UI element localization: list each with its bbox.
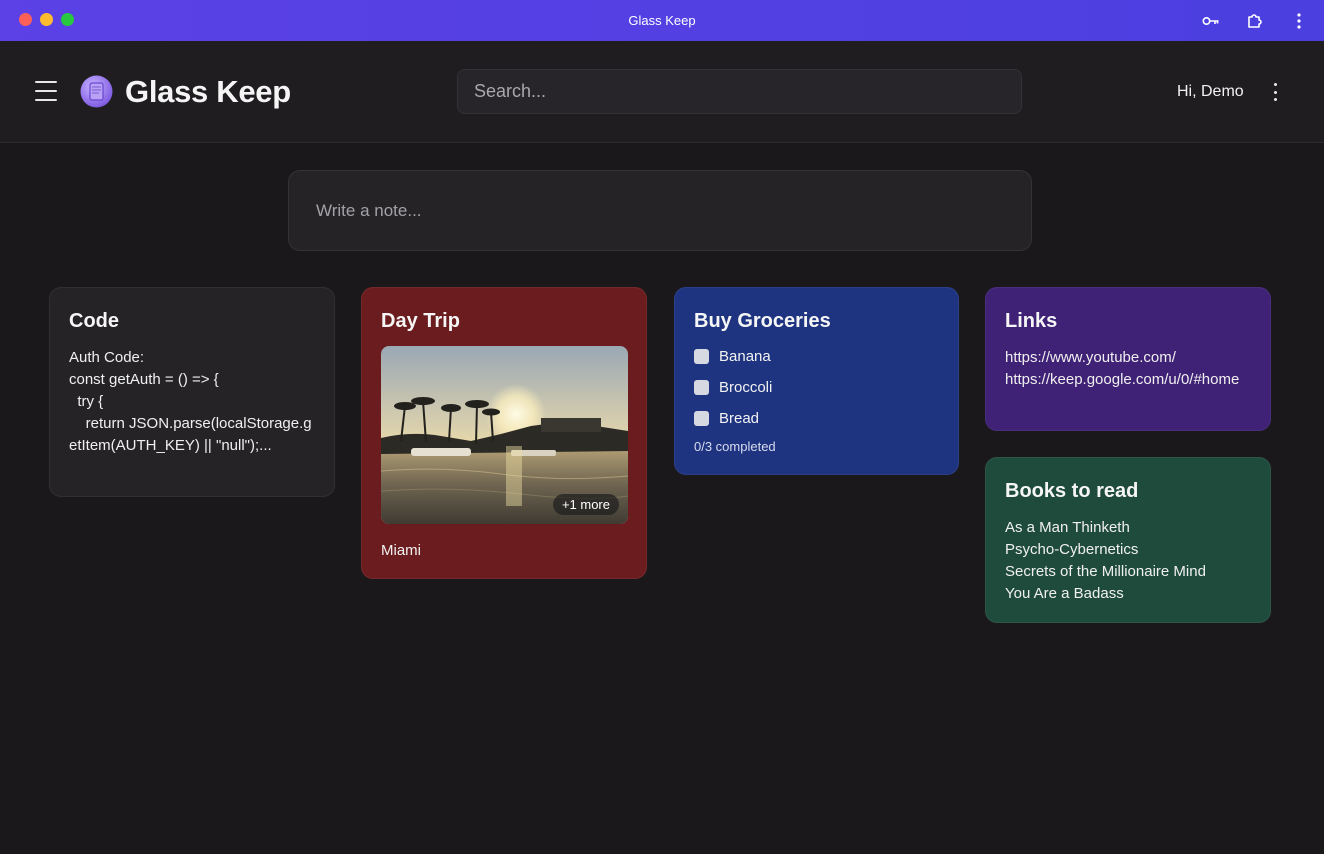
note-card-day-trip[interactable]: Day Trip +1 more Miami	[361, 287, 647, 579]
note-card-buy-groceries[interactable]: Buy Groceries Banana Broccoli Bread 0/3 …	[674, 287, 959, 475]
user-menu-icon[interactable]	[1265, 81, 1285, 103]
note-line: You Are a Badass	[1005, 585, 1124, 602]
checklist-progress: 0/3 completed	[694, 439, 776, 454]
user-greeting: Hi, Demo	[1177, 83, 1244, 100]
link-text[interactable]: https://www.youtube.com/	[1005, 347, 1251, 369]
note-photo[interactable]: +1 more	[381, 346, 628, 524]
note-body: Auth Code: const getAuth = () => { try {…	[69, 349, 312, 454]
app-brand: Glass Keep	[125, 74, 291, 109]
minimize-window-button[interactable]	[40, 13, 53, 26]
link-text[interactable]: https://keep.google.com/u/0/#home	[1005, 369, 1251, 391]
note-line: Psycho-Cybernetics	[1005, 541, 1139, 558]
extension-icon[interactable]	[1244, 10, 1266, 32]
checklist-item: Broccoli	[694, 372, 939, 403]
window-controls	[19, 13, 74, 26]
note-title: Books to read	[1005, 480, 1139, 502]
composer-placeholder: Write a note...	[316, 200, 422, 220]
window-titlebar: Glass Keep	[0, 0, 1324, 41]
note-title: Code	[69, 310, 119, 332]
checkbox[interactable]	[694, 380, 709, 395]
search-input[interactable]	[457, 69, 1022, 114]
close-window-button[interactable]	[19, 13, 32, 26]
note-body: As a Man Thinketh Psycho-Cybernetics Sec…	[1005, 517, 1251, 605]
note-body: https://www.youtube.com/ https://keep.go…	[1005, 347, 1251, 391]
more-images-badge[interactable]: +1 more	[552, 494, 619, 515]
note-card-books-to-read[interactable]: Books to read As a Man Thinketh Psycho-C…	[985, 457, 1271, 623]
note-line: As a Man Thinketh	[1005, 519, 1130, 536]
note-card-links[interactable]: Links https://www.youtube.com/ https://k…	[985, 287, 1271, 431]
menu-icon[interactable]	[35, 81, 57, 101]
checkbox[interactable]	[694, 349, 709, 364]
key-icon[interactable]	[1200, 10, 1222, 32]
note-card-code[interactable]: Code Auth Code: const getAuth = () => { …	[49, 287, 335, 497]
app-logo-icon	[80, 75, 113, 108]
more-vertical-icon[interactable]	[1288, 10, 1310, 32]
note-title: Day Trip	[381, 310, 460, 332]
checkbox[interactable]	[694, 411, 709, 426]
checklist-item: Bread	[694, 403, 939, 434]
note-title: Links	[1005, 310, 1058, 332]
note-line: Secrets of the Millionaire Mind	[1005, 563, 1206, 580]
note-composer[interactable]: Write a note...	[288, 170, 1032, 251]
checklist-label: Bread	[719, 410, 760, 427]
window-title: Glass Keep	[628, 13, 696, 28]
app-header: Glass Keep Hi, Demo	[0, 41, 1324, 143]
checklist-label: Banana	[719, 348, 771, 365]
note-body: Miami	[381, 542, 421, 559]
note-title: Buy Groceries	[694, 310, 831, 332]
checklist-label: Broccoli	[719, 379, 773, 396]
checklist-item: Banana	[694, 341, 939, 372]
zoom-window-button[interactable]	[61, 13, 74, 26]
